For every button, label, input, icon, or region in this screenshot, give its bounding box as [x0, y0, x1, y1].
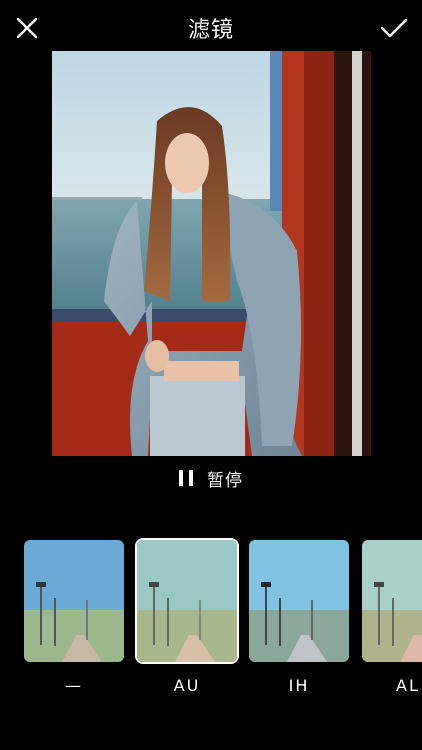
pause-label: 暂停: [207, 470, 243, 491]
filter-label: AL: [396, 676, 420, 695]
filter-strip[interactable]: — AU IH AL: [0, 538, 422, 708]
preview-image: [52, 51, 371, 456]
filter-item[interactable]: AL: [360, 538, 422, 695]
pause-icon: [179, 470, 193, 486]
filter-label: AU: [173, 676, 201, 695]
confirm-button[interactable]: [374, 8, 414, 48]
filter-thumbnail: [22, 538, 126, 664]
filter-item[interactable]: —: [22, 538, 126, 695]
filter-item[interactable]: IH: [247, 538, 351, 695]
filter-item-selected[interactable]: AU: [135, 538, 239, 695]
top-bar: 滤镜: [0, 0, 422, 54]
photo-preview: [52, 51, 371, 456]
filter-thumbnail: [135, 538, 239, 664]
filter-label: IH: [288, 676, 310, 695]
pause-button[interactable]: 暂停: [0, 466, 422, 491]
filter-label: —: [65, 676, 83, 695]
filter-thumbnail: [360, 538, 422, 664]
checkmark-icon: [380, 18, 408, 38]
page-title: 滤镜: [187, 18, 234, 43]
filter-thumbnail: [247, 538, 351, 664]
